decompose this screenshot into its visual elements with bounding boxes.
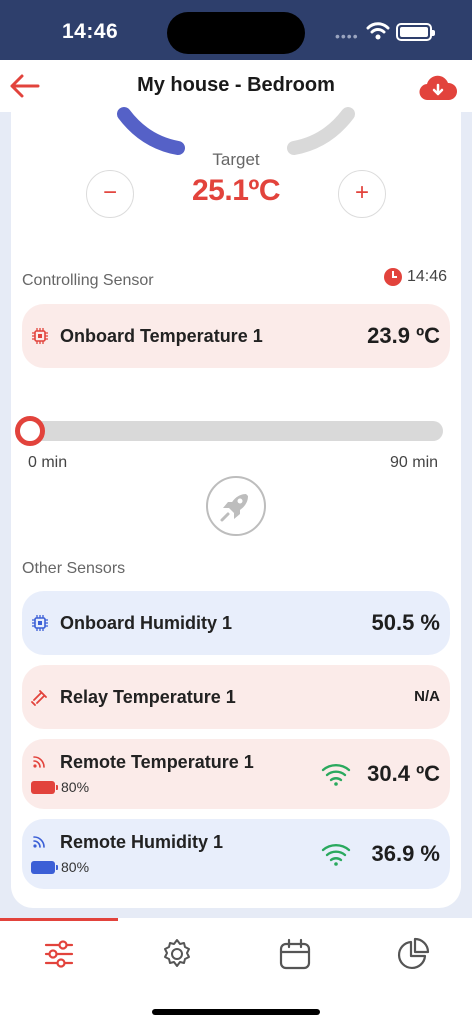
last-update-time: 14:46 — [384, 268, 447, 286]
sensor-card-remote-temperature[interactable]: Remote Temperature 1 80% 30.4 ºC — [22, 739, 450, 809]
chip-icon — [32, 328, 48, 344]
controlling-sensor-label: Controlling Sensor — [22, 272, 154, 289]
sliders-icon — [44, 940, 74, 968]
last-update-time-text: 14:46 — [407, 268, 448, 285]
decrease-temperature-button[interactable]: − — [86, 170, 134, 218]
tab-settings[interactable] — [118, 918, 236, 990]
clock-icon — [384, 268, 402, 286]
boost-button[interactable] — [206, 476, 266, 536]
signal-icon — [33, 756, 45, 768]
sensor-card-onboard-humidity[interactable]: Onboard Humidity 1 50.5 % — [22, 591, 450, 655]
sensor-battery: 80% — [31, 859, 89, 875]
increase-temperature-button[interactable]: + — [338, 170, 386, 218]
sensor-value: 36.9 % — [371, 841, 441, 866]
boost-slider-thumb[interactable] — [15, 416, 45, 446]
calendar-icon — [279, 938, 311, 970]
gear-icon — [164, 939, 190, 967]
sensor-value: 50.5 % — [371, 610, 441, 635]
wifi-signal-icon — [321, 764, 351, 786]
rocket-icon — [220, 494, 248, 522]
sensor-name: Remote Temperature 1 — [60, 752, 254, 772]
battery-low-icon — [31, 780, 58, 794]
sensor-battery: 80% — [31, 779, 89, 795]
sensor-value: 23.9 ºC — [367, 323, 440, 348]
chip-icon — [32, 615, 48, 631]
signal-icon — [33, 836, 45, 848]
target-temperature: 25.1ºC — [191, 174, 281, 207]
sensor-name: Remote Humidity 1 — [60, 832, 224, 852]
sensor-name: Onboard Temperature 1 — [60, 326, 263, 346]
boost-max-label: 90 min — [390, 454, 439, 471]
sensor-card-remote-humidity[interactable]: Remote Humidity 1 80% 36.9 % — [22, 819, 450, 889]
thermostat-gauge[interactable] — [0, 0, 472, 160]
battery-level: 80% — [61, 859, 90, 875]
wifi-signal-icon — [321, 844, 351, 866]
tab-schedule[interactable] — [236, 918, 354, 990]
pie-chart-icon — [398, 937, 430, 969]
sensor-name: Onboard Humidity 1 — [60, 613, 233, 633]
tab-statistics[interactable] — [354, 918, 472, 990]
tab-controls[interactable] — [0, 918, 118, 990]
relay-icon — [31, 690, 47, 706]
other-sensors-label: Other Sensors — [22, 560, 126, 577]
boost-min-label: 0 min — [28, 454, 68, 471]
battery-level: 80% — [61, 779, 90, 795]
controlling-sensor-card[interactable]: Onboard Temperature 1 23.9 ºC — [22, 304, 450, 368]
sensor-card-relay-temperature[interactable]: Relay Temperature 1 N/A — [22, 665, 450, 729]
sensor-value: N/A — [414, 688, 440, 705]
boost-slider-track[interactable] — [30, 421, 443, 441]
sensor-name: Relay Temperature 1 — [60, 687, 236, 707]
target-label: Target — [212, 150, 260, 169]
sensor-value: 30.4 ºC — [367, 761, 440, 786]
home-indicator — [152, 1009, 320, 1015]
battery-icon — [31, 860, 58, 874]
